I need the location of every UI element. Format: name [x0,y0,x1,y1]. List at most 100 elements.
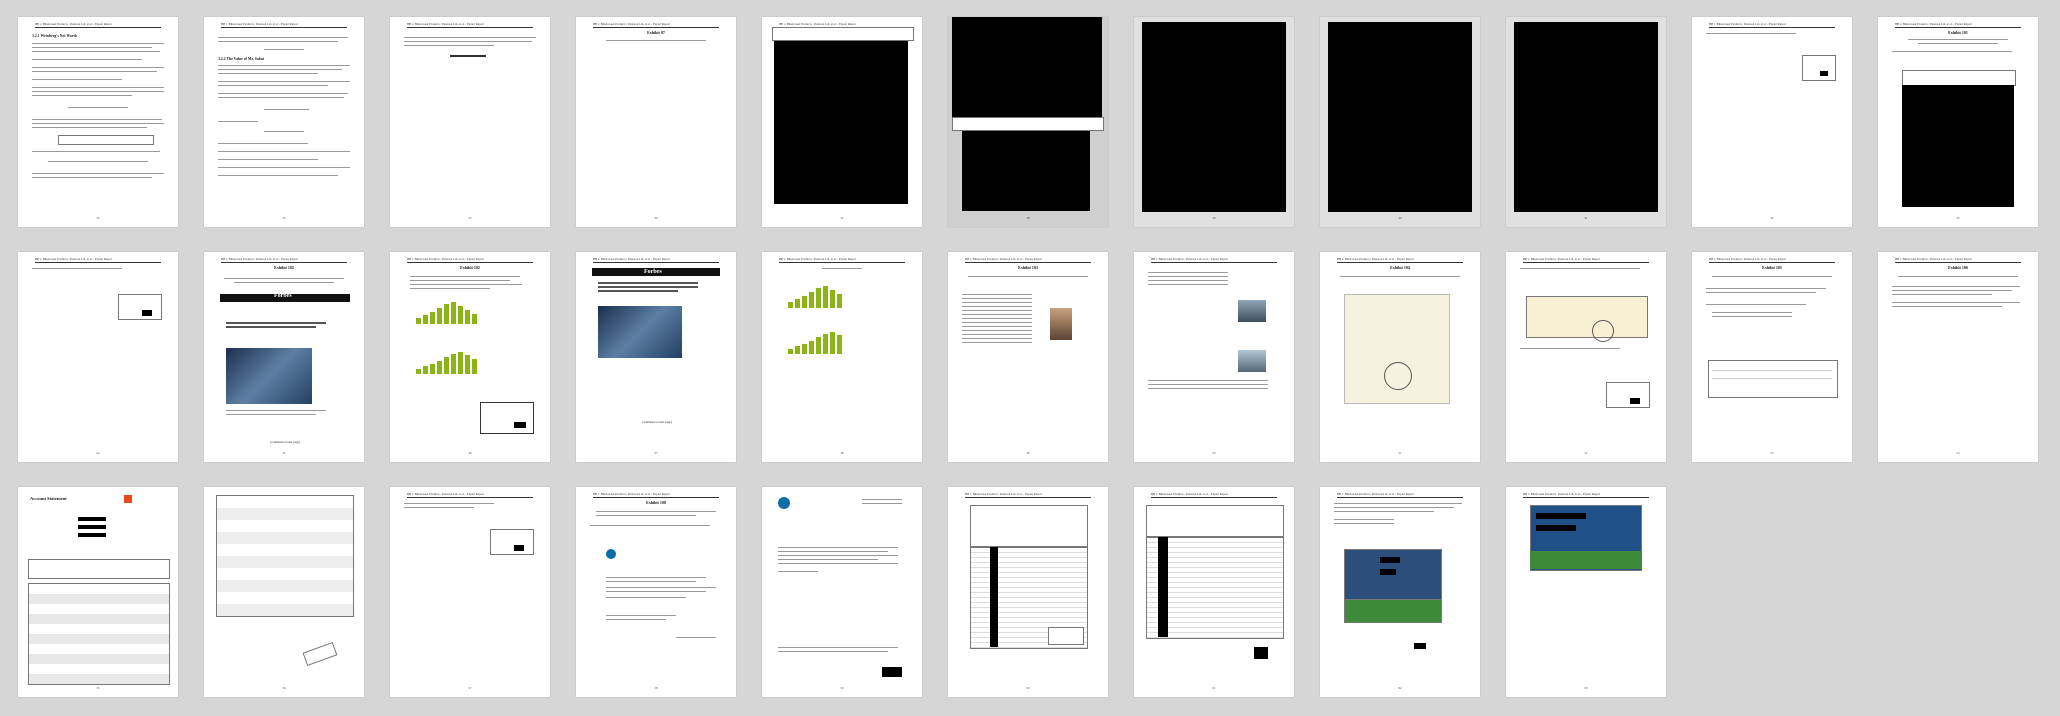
document-page: HB v. Bittersweet Products / Paterson Lt… [1134,487,1294,697]
document-page: 59 [762,487,922,697]
redaction-block [1328,22,1472,212]
document-page: 41 [1506,17,1666,227]
page-number: 38 [1026,216,1030,220]
bank-logo [124,495,132,503]
exhibit-title: Exhibit 105 [1762,265,1782,270]
page-number: 49 [1026,451,1030,455]
webpage-screenshot [1708,360,1838,398]
redaction-block [142,310,152,316]
forbes-masthead: Forbes [644,269,662,275]
document-header-box [970,505,1088,547]
redaction-block [514,422,526,428]
stamp [302,641,338,667]
redaction-block [1820,71,1828,76]
document-page: HB v. Bittersweet Products / Paterson Lt… [204,252,364,462]
page-number: 41 [1584,216,1588,220]
company-logo [606,549,616,559]
page-number: 53 [1770,451,1774,455]
page-number: 43 [1956,216,1960,220]
page-number: 34 [282,216,286,220]
page-number: 54 [1956,451,1960,455]
document-page: HB v. Bittersweet Products / Paterson Lt… [390,17,550,227]
page-number: 46 [468,451,472,455]
statement-title: Account Statement [30,496,67,501]
seal-stamp [1592,320,1614,342]
document-page: HB v. Bittersweet Products / Paterson Lt… [1506,252,1666,462]
page-header: HB v. Bittersweet Products / Paterson Lt… [221,257,347,263]
screenshot-inset [1048,627,1084,645]
screenshot-inset [480,402,534,434]
page-number: 62 [1398,686,1402,690]
page-header: HB v. Bittersweet Products / Paterson Lt… [1523,257,1649,263]
section-heading: 3.2.1 Weinberg's Net Worth [32,34,77,38]
seal-stamp [1384,362,1412,390]
transactions-table [216,495,354,617]
page-header: HB v. Bittersweet Products / Paterson Lt… [407,22,533,28]
portrait-photo [1050,308,1072,340]
page-number: 40 [1398,216,1402,220]
redaction-block [514,545,524,551]
redaction-block [1142,22,1286,212]
screenshot-inset [1802,55,1836,81]
redaction-block [952,17,1102,117]
page-number: 61 [1212,686,1216,690]
document-page: HB v. Bittersweet Products / Paterson Lt… [576,17,736,227]
page-number: 57 [468,686,472,690]
page-header: HB v. Bittersweet Products / Paterson Lt… [965,492,1091,498]
page-number: 56 [282,686,286,690]
bar-chart [788,286,858,308]
document-page: HB v. Bittersweet Products / Paterson Lt… [1692,17,1852,227]
page-number: 52 [1584,451,1588,455]
page-header: HB v. Bittersweet Products / Paterson Lt… [407,492,533,498]
redaction-block [1254,647,1268,659]
redaction-block [1630,398,1640,404]
screenshot-inset [490,529,534,555]
redaction-block [774,41,908,204]
page-header: HB v. Bittersweet Products / Paterson Lt… [593,257,719,263]
page-number: 50 [1212,451,1216,455]
screenshot-inset [1606,382,1650,408]
page-header: HB v. Bittersweet Products / Paterson Lt… [1337,492,1463,498]
transactions-table [28,583,170,685]
forbes-masthead: Forbes [274,293,292,299]
document-page: HB v. Bittersweet Products / Paterson Lt… [1320,252,1480,462]
page-number: 60 [1026,686,1030,690]
page-header: HB v. Bittersweet Products / Paterson Lt… [1523,492,1649,498]
page-number: 35 [468,216,472,220]
page-number: 42 [1770,216,1774,220]
page-number: 59 [840,686,844,690]
company-logo [778,497,790,509]
page-header: HB v. Bittersweet Products / Paterson Lt… [1895,257,2021,263]
document-page: 56 [204,487,364,697]
exhibit-title: Exhibit 101 [1948,30,1968,35]
redaction-block [1414,643,1426,649]
document-page: 38 [948,17,1108,227]
page-header: HB v. Bittersweet Products / Paterson Lt… [35,22,161,28]
continued-note: (continued on next page) [270,440,300,444]
page-header: HB v. Bittersweet Products / Paterson Lt… [965,257,1091,263]
redaction-block [882,667,902,677]
document-page: HB v. Bittersweet Products / Paterson Lt… [18,17,178,227]
document-page: HB v. Bittersweet Products / Paterson Lt… [948,487,1108,697]
aircraft-photo [1238,350,1266,372]
redaction-block [1514,22,1658,212]
document-page: HB v. Bittersweet Products / Paterson Lt… [1878,252,2038,462]
exhibit-title: Exhibit 102 [460,265,480,270]
table-header [952,117,1104,131]
exhibit-title: Exhibit 97 [647,30,665,35]
page-number: 48 [840,451,844,455]
page-number: 37 [840,216,844,220]
redaction-block [1902,85,2014,207]
document-page: HB v. Bittersweet Products / Paterson Lt… [1692,252,1852,462]
document-page: 40 [1320,17,1480,227]
page-number: 36 [654,216,658,220]
page-number: 39 [1212,216,1216,220]
page-number: 44 [96,451,100,455]
document-page: HB v. Bittersweet Products / Paterson Lt… [762,252,922,462]
page-number: 58 [654,686,658,690]
document-header-box [1146,505,1284,537]
redaction-block [1158,537,1168,637]
exhibit-title: Exhibit 108 [646,500,666,505]
page-header: HB v. Bittersweet Products / Paterson Lt… [1337,257,1463,263]
section-heading: 3.2.2 The Value of Mr. Sabat [218,57,264,61]
